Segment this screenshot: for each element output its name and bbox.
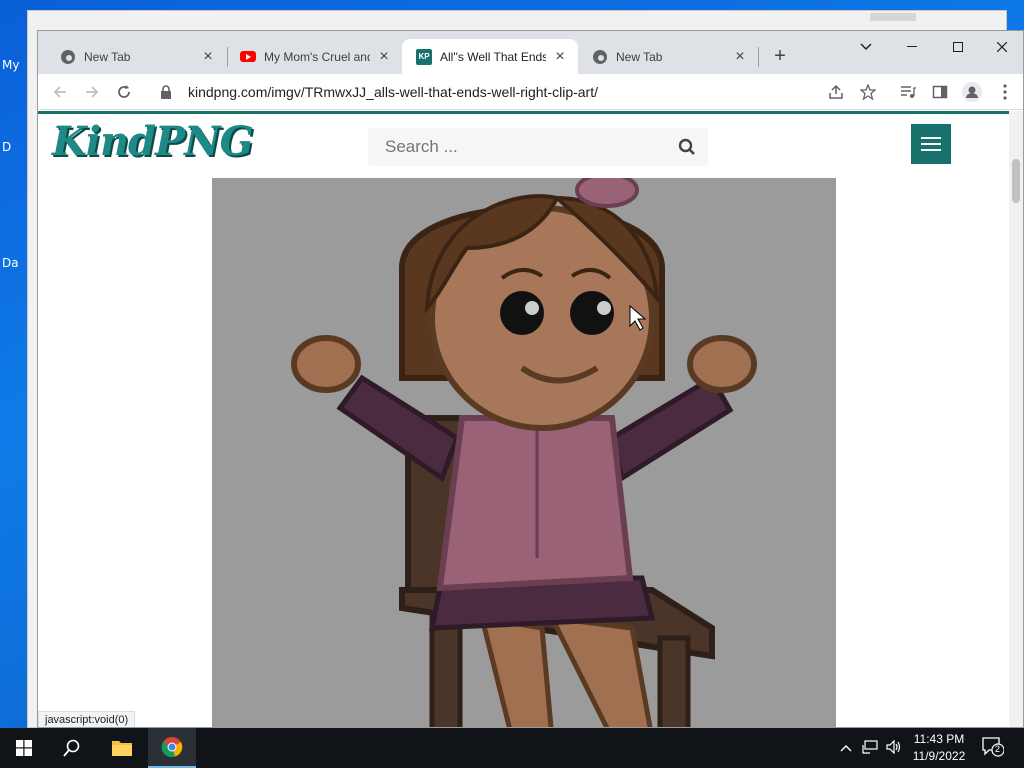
close-icon[interactable]: × [200, 48, 216, 65]
taskbar: 11:43 PM 11/9/2022 2 [0, 728, 1024, 768]
chrome-icon [592, 49, 608, 65]
address-bar[interactable]: kindpng.com/imgv/TRmwxJJ_alls-well-that-… [150, 77, 886, 107]
web-page: KindPNG [38, 111, 1011, 727]
volume-icon[interactable] [886, 739, 902, 757]
network-icon[interactable] [862, 740, 878, 757]
tab-strip: New Tab × My Mom's Cruel and × KP All''s… [38, 31, 1023, 74]
start-button[interactable] [0, 728, 48, 768]
profile-avatar-icon[interactable] [960, 80, 984, 104]
reload-button[interactable] [112, 80, 136, 104]
lock-icon[interactable] [160, 85, 174, 99]
tab-search-chevron-icon[interactable] [843, 31, 889, 63]
taskbar-clock[interactable]: 11:43 PM 11/9/2022 [904, 731, 974, 765]
notification-center-icon[interactable]: 2 [982, 737, 1005, 760]
clock-date: 11/9/2022 [912, 749, 966, 763]
desktop-icon-label[interactable]: Da [2, 256, 19, 270]
site-search-box[interactable] [368, 128, 708, 166]
link-status-bubble: javascript:void(0) [38, 711, 136, 727]
tab-youtube[interactable]: My Mom's Cruel and × [226, 39, 402, 74]
clip-art-image [212, 178, 836, 727]
chrome-icon [60, 49, 76, 65]
close-icon[interactable]: × [552, 48, 568, 65]
desktop-icon-label[interactable]: D [2, 140, 11, 154]
clock-time: 11:43 PM [913, 732, 965, 746]
tab-title: My Mom's Cruel and [264, 49, 370, 64]
side-panel-icon[interactable] [928, 80, 952, 104]
browser-window: New Tab × My Mom's Cruel and × KP All''s… [37, 30, 1024, 728]
site-logo[interactable]: KindPNG [52, 118, 254, 165]
close-window-button[interactable] [979, 31, 1023, 63]
scrollbar-thumb[interactable] [1012, 159, 1020, 203]
page-scrollbar[interactable] [1009, 111, 1023, 727]
url-text[interactable]: kindpng.com/imgv/TRmwxJJ_alls-well-that-… [188, 84, 598, 100]
tab-title: New Tab [616, 49, 663, 64]
back-button[interactable] [48, 80, 72, 104]
file-explorer-icon[interactable] [98, 728, 146, 768]
tab-kindpng[interactable]: KP All''s Well That Ends W × [402, 39, 578, 74]
tab-title: All''s Well That Ends W [440, 49, 546, 64]
close-icon[interactable]: × [732, 48, 748, 65]
browser-toolbar: kindpng.com/imgv/TRmwxJJ_alls-well-that-… [38, 74, 1023, 110]
search-icon[interactable] [48, 728, 96, 768]
tab-title: New Tab [84, 49, 131, 64]
maximize-button[interactable] [935, 31, 981, 63]
chrome-taskbar-icon[interactable] [148, 728, 196, 768]
minimize-button[interactable] [889, 31, 935, 63]
site-header: KindPNG [38, 111, 1011, 177]
close-icon[interactable]: × [376, 48, 392, 65]
kindpng-icon: KP [416, 48, 432, 65]
youtube-icon [240, 49, 256, 65]
bookmark-star-icon[interactable] [856, 80, 880, 104]
forward-button[interactable] [80, 80, 104, 104]
search-icon[interactable] [678, 138, 696, 161]
media-control-icon[interactable] [896, 80, 920, 104]
desktop-icon-label[interactable]: My [2, 58, 19, 72]
chevron-up-icon[interactable] [840, 740, 852, 755]
search-input[interactable] [385, 137, 665, 157]
more-menu-icon[interactable] [993, 80, 1017, 104]
hamburger-menu-button[interactable] [911, 124, 951, 164]
new-tab-button[interactable]: + [768, 45, 792, 69]
share-icon[interactable] [824, 80, 848, 104]
girl-clip-art-illustration [291, 178, 757, 727]
tab-new-tab-1[interactable]: New Tab × [46, 39, 226, 74]
tab-new-tab-2[interactable]: New Tab × [578, 39, 758, 74]
notification-count: 2 [995, 744, 1001, 754]
